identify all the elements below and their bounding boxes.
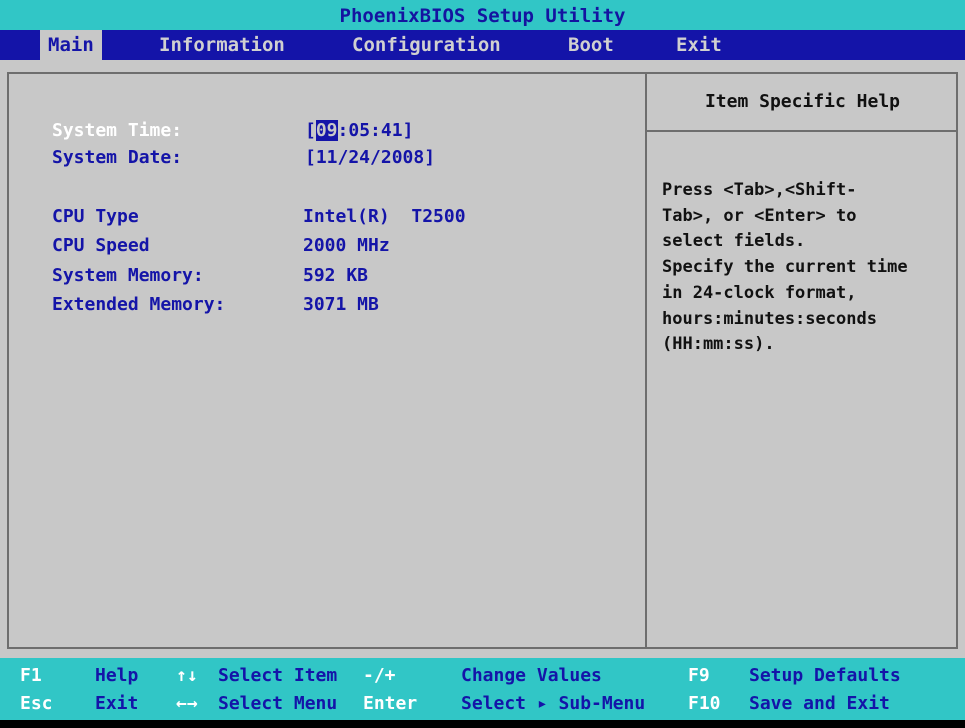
cpu-speed-label: CPU Speed [52,235,150,256]
help-title-divider [645,130,958,132]
system-date-label: System Date: [52,147,183,168]
key-f9-desc: Setup Defaults [749,665,901,686]
key-esc: Esc [20,693,53,714]
tab-configuration[interactable]: Configuration [352,30,501,60]
key-esc-desc: Exit [95,693,139,714]
key-f1-desc: Help [95,665,139,686]
system-time-field[interactable]: [09:05:41] [305,120,414,141]
key-f10-desc: Save and Exit [749,693,890,714]
key-up-down-arrows-icon: ↑↓ [176,665,198,686]
system-time-bracket-open: [ [305,120,316,141]
key-f10: F10 [688,693,721,714]
key-f9: F9 [688,665,710,686]
help-panel-text: Press <Tab>,<Shift- Tab>, or <Enter> to … [662,180,908,355]
tab-boot[interactable]: Boot [568,30,614,60]
cpu-speed-value: 2000 MHz [303,235,390,256]
key-f1: F1 [20,665,42,686]
tab-information[interactable]: Information [159,30,285,60]
system-memory-label: System Memory: [52,265,204,286]
extended-memory-label: Extended Memory: [52,294,226,315]
system-time-bracket-close: ] [402,120,414,141]
help-panel-title: Item Specific Help [704,91,901,112]
tab-exit[interactable]: Exit [676,30,722,60]
cpu-type-value: Intel(R) T2500 [303,206,466,227]
key-up-down-desc: Select Item [218,665,338,686]
cpu-type-label: CPU Type [52,206,139,227]
system-time-rest: :05:41 [337,120,403,141]
key-left-right-arrows-icon: ←→ [176,693,198,714]
menu-bar: Main Information Configuration Boot Exit [0,30,965,60]
system-time-label: System Time: [52,120,183,141]
key-enter: Enter [363,693,418,714]
window-title: PhoenixBIOS Setup Utility [0,0,965,30]
key-minus-plus-desc: Change Values [461,665,602,686]
extended-memory-value: 3071 MB [303,294,379,315]
panel-divider [645,72,647,649]
key-legend-bar: F1 Help ↑↓ Select Item -/+ Change Values… [0,658,965,720]
system-date-field[interactable]: [11/24/2008] [305,148,435,168]
key-enter-desc: Select ▸ Sub-Menu [461,693,646,714]
key-minus-plus: -/+ [363,665,396,686]
system-memory-value: 592 KB [303,265,369,286]
system-time-hour-cursor[interactable]: 09 [315,120,338,141]
screen-bottom-edge [0,720,965,728]
tab-main[interactable]: Main [40,30,102,60]
key-left-right-desc: Select Menu [218,693,338,714]
